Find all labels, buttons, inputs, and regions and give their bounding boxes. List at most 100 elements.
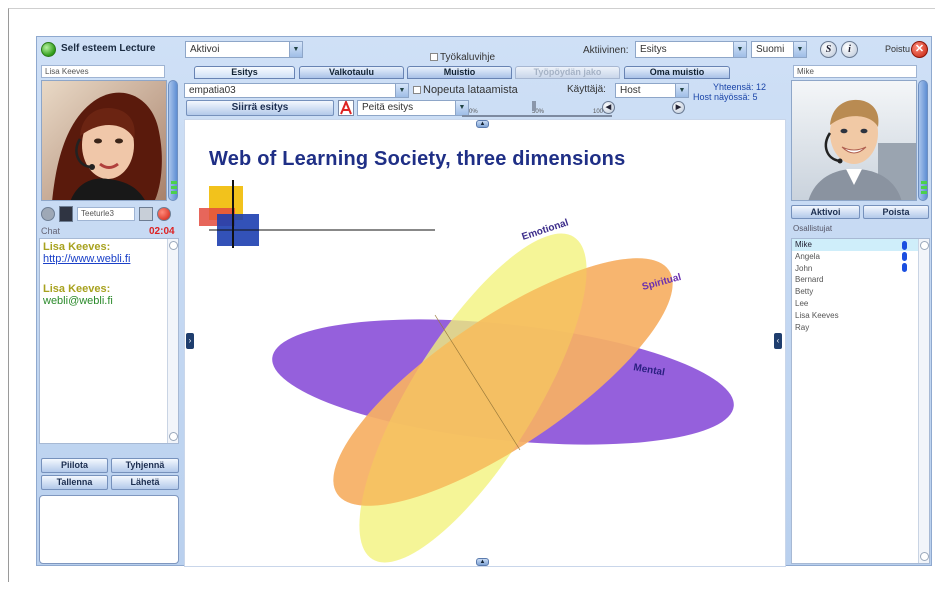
status-select[interactable]: Aktivoi ▼ (185, 41, 303, 58)
camera-icon[interactable] (41, 207, 55, 221)
collapse-right-icon[interactable]: ‹ (774, 333, 782, 349)
mic-level-meter (168, 80, 178, 201)
remove-button[interactable]: Poista (863, 205, 929, 219)
presentation-value: empatia03 (189, 85, 236, 96)
remote-audio-meter (918, 80, 928, 201)
chat-message: Lisa Keeves: http://www.webli.fi (43, 241, 175, 265)
scroll-down-handle[interactable] (920, 552, 929, 561)
close-icon[interactable]: ✕ (911, 41, 928, 58)
clear-button[interactable]: Tyhjennä (111, 458, 179, 473)
hide-presentation-value: Peitä esitys (362, 102, 414, 113)
chevron-down-icon: ▼ (793, 42, 806, 57)
collapse-left-icon[interactable]: › (186, 333, 194, 349)
chat-author: Lisa Keeves: (43, 241, 111, 253)
tab-my-notes[interactable]: Oma muistio (624, 66, 730, 79)
man-video-image (792, 81, 916, 200)
slide-diagram: Emotional Spiritual Mental (199, 180, 734, 563)
participant-item[interactable]: John (792, 263, 929, 275)
woman-video-image (42, 81, 166, 200)
chevron-down-icon: ▼ (675, 84, 688, 97)
next-slide-icon[interactable]: ▶ (672, 101, 685, 114)
hand-raised-icon (902, 252, 907, 261)
remote-video (791, 80, 917, 201)
chat-timer: 02:04 (149, 226, 175, 237)
slider-tick-0: 0% (469, 109, 478, 115)
checkbox-box[interactable] (413, 86, 421, 94)
tab-whiteboard[interactable]: Valkotaulu (299, 66, 404, 79)
save-button[interactable]: Tallenna (41, 475, 108, 490)
phone-icon[interactable] (59, 206, 73, 222)
total-count: Yhteensä: 12 (713, 82, 767, 92)
local-video (41, 80, 167, 201)
user-value: Host (620, 85, 641, 96)
chevron-down-icon: ▼ (289, 42, 302, 57)
chat-title: Chat (41, 226, 61, 236)
hand-raised-icon (902, 263, 907, 272)
active-view-select[interactable]: Esitys ▼ (635, 41, 747, 58)
participant-item[interactable]: Lisa Keeves (792, 310, 929, 322)
previous-slide-icon[interactable]: ◀ (602, 101, 615, 114)
host-view-count: Host näyössä: 5 (693, 92, 758, 102)
participant-item[interactable]: Lee (792, 298, 929, 310)
skype-icon[interactable]: S (820, 41, 837, 58)
scroll-down-handle[interactable] (169, 432, 178, 441)
chat-link[interactable]: http://www.webli.fi (43, 253, 175, 265)
move-presentation-button[interactable]: Siirrä esitys (186, 100, 334, 116)
participant-item[interactable]: Ray (792, 322, 929, 334)
tab-desktop-sharing: Työpöydän jako (515, 66, 620, 79)
participant-item[interactable]: Angela (792, 251, 929, 263)
chat-log: Lisa Keeves: http://www.webli.fi Lisa Ke… (39, 238, 179, 444)
status-select-value: Aktivoi (190, 44, 220, 55)
language-select[interactable]: Suomi ▼ (751, 41, 807, 58)
participant-item[interactable]: Mike (792, 239, 929, 251)
participants-list: Mike Angela John Bernard Betty Lee Lisa … (791, 238, 930, 564)
hide-button[interactable]: Piilota (41, 458, 108, 473)
chat-scrollbar[interactable] (167, 239, 178, 443)
local-user-name: Lisa Keeves (41, 65, 165, 78)
tab-presentation[interactable]: Esitys (194, 66, 295, 79)
tab-notes[interactable]: Muistio (407, 66, 512, 79)
checkbox-box[interactable] (430, 53, 438, 61)
chevron-down-icon: ▼ (455, 101, 468, 115)
participant-item[interactable]: Betty (792, 286, 929, 298)
slider-thumb[interactable] (532, 101, 536, 111)
activate-button[interactable]: Aktivoi (791, 205, 860, 219)
exit-label: Poistu (885, 44, 911, 54)
top-bar: Self esteem Lecture Aktivoi ▼ Työkaluvih… (37, 37, 933, 63)
user-select[interactable]: Host ▼ (615, 83, 689, 98)
user-label: Käyttäjä: (567, 84, 606, 95)
tools-hint-checkbox[interactable]: Työkaluvihje (430, 52, 495, 63)
app-title: Self esteem Lecture (61, 43, 156, 54)
online-status-icon (41, 42, 56, 57)
chat-author: Lisa Keeves: (43, 283, 111, 295)
send-button[interactable]: Lähetä (111, 475, 179, 490)
chat-message-input[interactable] (39, 495, 179, 564)
zoom-slider[interactable] (462, 115, 612, 117)
record-icon[interactable] (157, 207, 171, 221)
language-value: Suomi (756, 44, 785, 55)
participants-scrollbar[interactable] (918, 239, 929, 563)
active-label: Aktiivinen: (583, 45, 629, 56)
fast-load-label: Nopeuta lataamista (423, 84, 518, 96)
chat-email[interactable]: webli@webli.fi (43, 295, 175, 307)
scroll-up-handle[interactable] (920, 241, 929, 250)
chevron-down-icon: ▼ (733, 42, 746, 57)
hide-presentation-select[interactable]: Peitä esitys ▼ (357, 100, 469, 116)
active-view-value: Esitys (640, 44, 667, 55)
remote-user-name: Mike (793, 65, 917, 78)
status-input[interactable]: Teeturle3 (77, 207, 135, 221)
fast-load-checkbox[interactable]: Nopeuta lataamista (413, 84, 518, 96)
scroll-up-handle[interactable] (169, 241, 178, 250)
text-tool-icon[interactable] (338, 99, 354, 116)
tools-hint-label: Työkaluvihje (440, 52, 496, 63)
participants-title: Osallistujat (793, 224, 833, 233)
presentation-select[interactable]: empatia03 ▼ (184, 83, 409, 98)
presentation-stage: ▲ Web of Learning Society, three dimensi… (184, 119, 786, 567)
info-icon[interactable]: i (841, 41, 858, 58)
app-window: Self esteem Lecture Aktivoi ▼ Työkaluvih… (36, 36, 933, 567)
collapse-bottom-icon[interactable]: ▲ (476, 558, 489, 566)
hand-raised-icon (902, 241, 907, 250)
participant-item[interactable]: Bernard (792, 274, 929, 286)
chat-message: Lisa Keeves: webli@webli.fi (43, 283, 175, 307)
save-icon[interactable] (139, 207, 153, 221)
